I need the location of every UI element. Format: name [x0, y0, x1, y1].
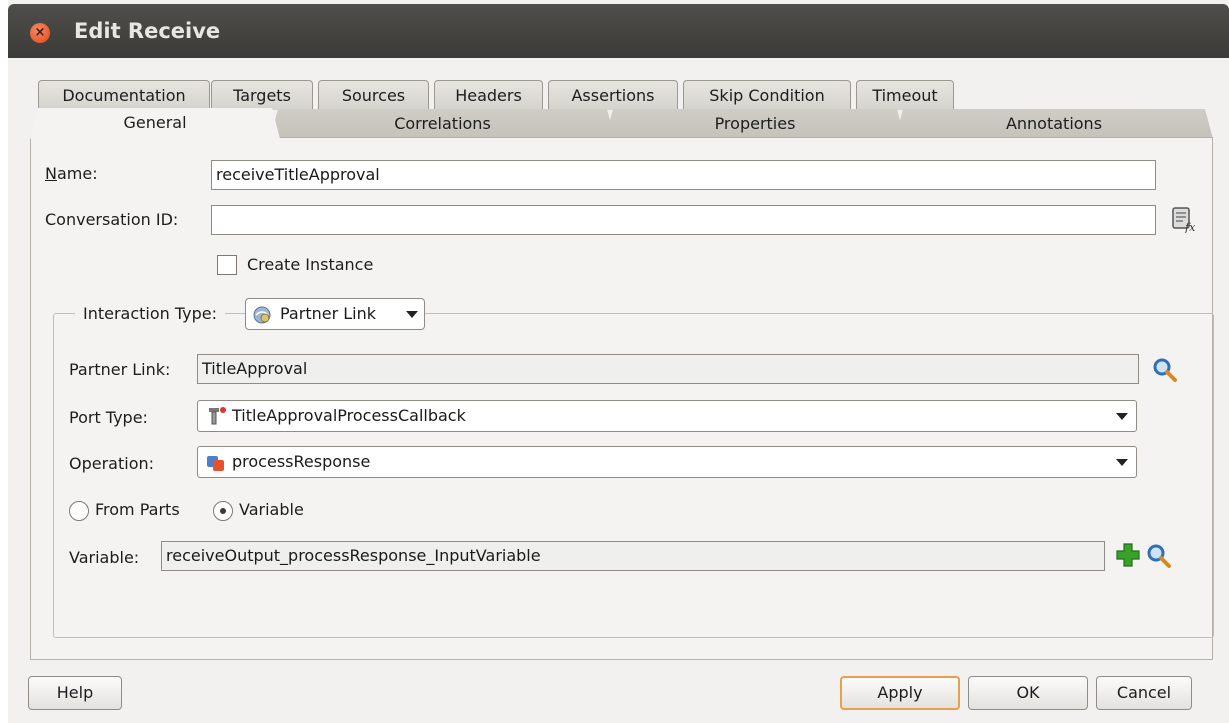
- interaction-type-value: Partner Link: [280, 304, 376, 323]
- tab-correlations[interactable]: Correlations: [270, 109, 615, 139]
- tab-documentation[interactable]: Documentation: [38, 80, 210, 110]
- search-icon[interactable]: [1145, 542, 1173, 570]
- add-icon[interactable]: [1115, 542, 1141, 568]
- name-field[interactable]: receiveTitleApproval: [211, 160, 1156, 190]
- from-parts-radio[interactable]: [69, 501, 89, 521]
- variable-radio[interactable]: [213, 501, 233, 521]
- tab-headers[interactable]: Headers: [434, 80, 543, 110]
- interaction-type-dropdown[interactable]: Partner Link: [245, 298, 425, 330]
- close-icon[interactable]: ×: [30, 23, 50, 43]
- partner-link-field[interactable]: TitleApproval: [197, 354, 1139, 384]
- operation-dropdown[interactable]: processResponse: [197, 446, 1137, 478]
- name-label: Name:: [45, 164, 98, 183]
- variable-label: Variable:: [69, 548, 140, 567]
- chevron-down-icon: [406, 311, 418, 318]
- partner-link-icon: [253, 306, 271, 324]
- expression-builder-icon[interactable]: fx: [1171, 207, 1199, 233]
- chevron-down-icon: [1116, 413, 1128, 420]
- conversation-id-label: Conversation ID:: [45, 210, 179, 229]
- partner-link-label: Partner Link:: [69, 360, 171, 379]
- create-instance-checkbox[interactable]: [217, 255, 237, 275]
- interaction-type-label: Interaction Type:: [83, 304, 218, 323]
- port-type-label: Port Type:: [69, 408, 148, 427]
- port-type-value: TitleApprovalProcessCallback: [232, 406, 466, 425]
- variable-radio-label: Variable: [239, 500, 304, 519]
- edit-receive-dialog: × Edit Receive Documentation Targets Sou…: [8, 0, 1229, 723]
- name-label-text: ame:: [56, 164, 98, 183]
- create-instance-label: Create Instance: [247, 255, 374, 274]
- variable-field[interactable]: receiveOutput_processResponse_InputVaria…: [161, 541, 1105, 571]
- operation-value: processResponse: [232, 452, 371, 471]
- tab-assertions[interactable]: Assertions: [548, 80, 678, 110]
- tab-sources[interactable]: Sources: [318, 80, 429, 110]
- general-tab-panel: Name: receiveTitleApproval Conversation …: [30, 138, 1214, 660]
- from-parts-label: From Parts: [95, 500, 180, 519]
- ok-button[interactable]: OK: [968, 676, 1088, 710]
- tab-targets[interactable]: Targets: [211, 80, 313, 110]
- chevron-down-icon: [1116, 459, 1128, 466]
- tab-general[interactable]: General: [30, 108, 280, 139]
- tab-skip-condition[interactable]: Skip Condition: [683, 80, 851, 110]
- title-bar: × Edit Receive: [8, 4, 1229, 58]
- tab-annotations[interactable]: Annotations: [895, 109, 1213, 139]
- help-button[interactable]: Help: [28, 676, 122, 710]
- svg-text:fx: fx: [1184, 221, 1196, 233]
- dialog-title: Edit Receive: [74, 19, 221, 43]
- port-type-icon: [209, 407, 226, 425]
- search-icon[interactable]: [1151, 356, 1179, 384]
- tab-timeout[interactable]: Timeout: [856, 80, 954, 110]
- conversation-id-field[interactable]: [211, 205, 1156, 235]
- apply-button[interactable]: Apply: [840, 676, 960, 710]
- operation-label: Operation:: [69, 454, 155, 473]
- operation-icon: [207, 456, 224, 471]
- interaction-type-legend: Interaction Type:: [75, 301, 226, 327]
- port-type-dropdown[interactable]: TitleApprovalProcessCallback: [197, 400, 1137, 432]
- cancel-button[interactable]: Cancel: [1096, 676, 1192, 710]
- tab-properties[interactable]: Properties: [605, 109, 905, 139]
